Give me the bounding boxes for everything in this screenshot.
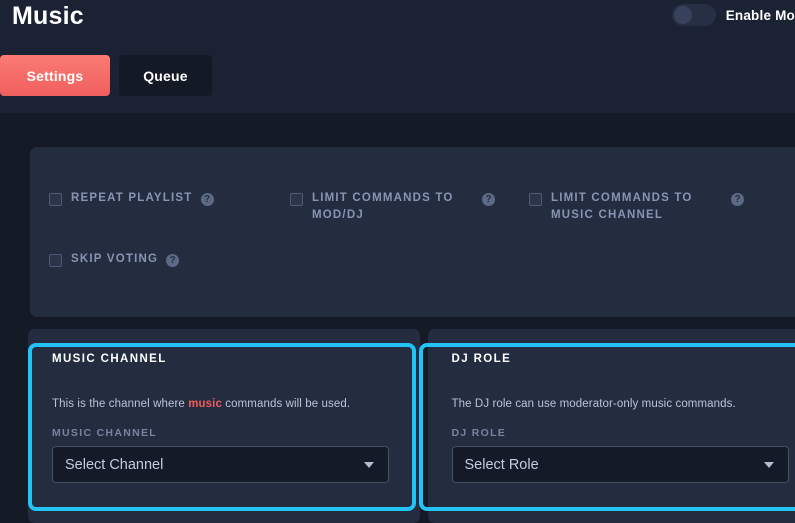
general-settings-card: Repeat Playlist ? Limit Commands to Mod/… [30,147,795,317]
panel-title: DJ Role [451,353,512,365]
question-circle-icon[interactable]: ? [200,193,214,206]
question-circle-icon[interactable]: ? [731,193,744,206]
enable-module-toggle-group[interactable]: Enable Mo [671,4,795,26]
music-channel-field-label: Music Channel [52,427,157,439]
music-channel-panel-wrapper: Music Channel This is the channel where … [22,329,420,523]
checkbox-grid: Repeat Playlist ? Limit Commands to Mod/… [30,147,795,317]
option-limit-commands-music-channel[interactable]: Limit Commands to Music Channel ? [529,190,744,224]
chevron-down-icon [364,461,374,468]
desc-text-before: This is the channel where [52,398,189,410]
option-repeat-playlist[interactable]: Repeat Playlist ? [49,190,264,207]
panel-title: Music Channel [52,353,167,365]
tab-queue[interactable]: Queue [119,55,212,96]
enable-module-label: Enable Mo [725,7,795,23]
option-limit-commands-mod-dj[interactable]: Limit Commands to Mod/DJ ? [290,190,495,224]
select-value: Select Channel [65,456,164,473]
panel-description: This is the channel where music commands… [52,398,350,410]
dj-role-panel: DJ Role The DJ role can use moderator-on… [427,329,795,523]
page-title: Music [12,2,84,30]
question-circle-icon[interactable]: ? [482,193,495,206]
music-channel-select[interactable]: Select Channel [52,446,389,483]
panel-description: The DJ role can use moderator-only music… [452,398,736,410]
desc-text-before: The DJ role can use moderator-only music… [451,398,736,410]
tab-settings[interactable]: Settings [0,55,110,96]
select-value: Select Role [464,456,539,473]
option-label: Skip Voting [71,253,159,265]
checkbox-repeat-playlist[interactable] [49,193,62,206]
option-label: Limit Commands to Mod/DJ [312,192,454,221]
music-settings-page: Music Enable Mo Settings Queue Repeat Pl… [0,0,795,523]
music-channel-panel: Music Channel This is the channel where … [28,329,420,523]
dj-role-panel-wrapper: DJ Role The DJ role can use moderator-on… [418,329,795,523]
dj-role-select[interactable]: Select Role [451,446,789,483]
question-circle-icon[interactable]: ? [166,254,180,267]
tab-bar: Settings Queue [0,55,212,96]
desc-keyword: music [188,398,222,410]
page-header: Music Enable Mo Settings Queue [0,0,795,113]
dj-role-field-label: DJ Role [451,427,507,439]
channel-role-panels: Music Channel This is the channel where … [22,329,795,523]
chevron-down-icon [763,461,774,468]
option-label: Repeat Playlist [71,192,193,204]
desc-text-after: commands will be used. [221,398,351,410]
toggle-knob [673,6,692,24]
checkbox-limit-commands-mod-dj[interactable] [290,193,303,206]
checkbox-limit-commands-music-channel[interactable] [529,193,542,206]
option-skip-voting[interactable]: Skip Voting ? [49,251,264,268]
toggle-off-icon[interactable] [671,4,716,26]
checkbox-skip-voting[interactable] [49,254,62,267]
option-label: Limit Commands to Music Channel [551,192,693,221]
